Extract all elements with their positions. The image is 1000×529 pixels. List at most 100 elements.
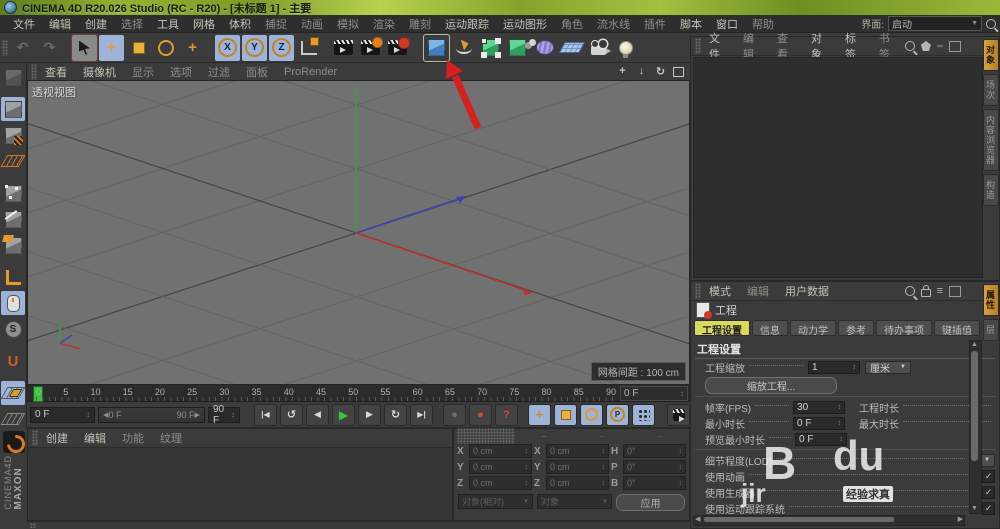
tab-layers[interactable]: 层 — [983, 319, 999, 341]
deformer-button[interactable] — [532, 35, 557, 61]
coord-mode-dropdown[interactable]: 对象(相对)▼ — [458, 494, 533, 509]
attribute-vertical-scrollbar[interactable]: ▲ ▼ — [969, 340, 982, 514]
axis-mode-button[interactable] — [1, 265, 25, 289]
scroll-left-icon[interactable]: ◀ — [695, 516, 700, 524]
tab-content-browser[interactable]: 内容浏览器 — [983, 109, 999, 171]
live-selection-button[interactable] — [72, 35, 97, 61]
minimize-icon[interactable]: – — [937, 40, 943, 52]
menu-snap[interactable]: 捕捉 — [258, 16, 294, 32]
render-settings-button[interactable] — [385, 35, 410, 61]
menu-pipeline[interactable]: 流水线 — [590, 16, 637, 32]
attribute-horizontal-scrollbar[interactable]: ◀ ▶ — [693, 515, 965, 526]
vp-menu-filter[interactable]: 过滤 — [200, 64, 238, 80]
goto-start-button[interactable]: |◀ — [254, 404, 277, 426]
tweak-mode-button[interactable] — [1, 291, 25, 315]
fps-field[interactable]: 30↕ — [793, 401, 845, 414]
magnet-button[interactable]: U — [1, 349, 25, 373]
menu-edit[interactable]: 编辑 — [42, 16, 78, 32]
mat-menu-edit[interactable]: 编辑 — [76, 430, 114, 446]
scale-project-button[interactable]: 缩放工程... — [705, 377, 837, 394]
timeline-ruler[interactable]: 05 1015 2025 3035 4045 5055 6065 7075 80… — [27, 385, 690, 402]
pen-spline-button[interactable] — [451, 35, 476, 61]
rotation-b-field[interactable]: 0°↕ — [623, 476, 686, 490]
last-tool-button[interactable]: + — [180, 35, 205, 61]
menu-character[interactable]: 角色 — [554, 16, 590, 32]
next-key-button[interactable]: ↻ — [384, 404, 407, 426]
texture-mode-button[interactable] — [1, 123, 25, 147]
mat-menu-create[interactable]: 创建 — [38, 430, 76, 446]
menu-render[interactable]: 渲染 — [366, 16, 402, 32]
project-scale-field[interactable]: 1↕ — [808, 361, 860, 374]
status-grip[interactable] — [30, 523, 36, 528]
start-frame-field[interactable]: 0 F ↕ — [30, 407, 95, 423]
key-position-button[interactable]: + — [528, 404, 551, 426]
polygons-mode-button[interactable] — [1, 233, 25, 257]
tab-project-settings[interactable]: 工程设置 — [694, 320, 750, 336]
size-y-field[interactable]: 0 cm↕ — [546, 460, 609, 474]
workplane-mode-button[interactable] — [1, 149, 25, 173]
rotate-view-icon[interactable]: ↻ — [654, 65, 667, 78]
frame-range-slider[interactable]: ◀ 0 F 90 F ▶ — [98, 407, 205, 423]
toggle-view-icon[interactable] — [673, 67, 684, 77]
materials-list-area[interactable] — [28, 448, 452, 520]
tab-attributes[interactable]: 属性 — [983, 284, 999, 316]
sweep-generator-button[interactable] — [505, 35, 530, 61]
toolbar-grip[interactable] — [2, 40, 8, 56]
vp-menu-options[interactable]: 选项 — [162, 64, 200, 80]
tab-key-interpolation[interactable]: 键插值 — [934, 320, 980, 336]
redo-button[interactable]: ↷ — [37, 35, 62, 61]
rotation-h-field[interactable]: 0°↕ — [623, 444, 686, 458]
next-frame-button[interactable]: ▶ — [358, 404, 381, 426]
scrollbar-thumb[interactable] — [971, 351, 978, 461]
mat-menu-texture[interactable]: 纹理 — [152, 430, 190, 446]
tab-dynamics[interactable]: 动力学 — [790, 320, 836, 336]
autokey-button[interactable]: ● — [443, 404, 466, 426]
model-mode-button[interactable] — [1, 97, 25, 121]
project-settings-section-header[interactable]: 工程设置 — [695, 340, 995, 359]
vp-menu-cameras[interactable]: 摄像机 — [75, 64, 124, 80]
scroll-right-icon[interactable]: ▶ — [958, 516, 963, 524]
position-x-field[interactable]: 0 cm↕ — [469, 444, 532, 458]
camera-button[interactable] — [586, 35, 611, 61]
scroll-down-icon[interactable]: ▼ — [970, 505, 979, 513]
scrollbar-thumb[interactable] — [704, 517, 894, 522]
menu-select[interactable]: 选择 — [114, 16, 150, 32]
snap-button[interactable]: S — [1, 317, 25, 341]
menu-sculpt[interactable]: 雕刻 — [402, 16, 438, 32]
floor-environment-button[interactable] — [559, 35, 584, 61]
key-pla-button[interactable] — [632, 404, 655, 426]
size-z-field[interactable]: 0 cm↕ — [546, 476, 609, 490]
render-to-picture-viewer-button[interactable] — [358, 35, 383, 61]
lock-workplane-button[interactable] — [1, 381, 25, 405]
rotate-tool-button[interactable] — [153, 35, 178, 61]
menu-icon[interactable]: ≡ — [937, 286, 943, 297]
menu-file[interactable]: 文件 — [6, 16, 42, 32]
make-editable-button[interactable] — [1, 65, 25, 89]
undo-button[interactable]: ↶ — [10, 35, 35, 61]
points-mode-button[interactable] — [1, 181, 25, 205]
end-frame-field[interactable]: 90 F ↕ — [208, 407, 240, 423]
goto-end-button[interactable]: ▶| — [410, 404, 433, 426]
apply-button[interactable]: 应用 — [616, 494, 685, 511]
lock-z-axis-button[interactable]: Z — [269, 35, 294, 61]
add-primitive-cube-button[interactable] — [424, 35, 449, 61]
zoom-view-icon[interactable]: ↓ — [635, 65, 648, 78]
key-scale-button[interactable] — [554, 404, 577, 426]
rotation-p-field[interactable]: 0°↕ — [623, 460, 686, 474]
min-time-field[interactable]: 0 F↕ — [793, 417, 845, 430]
render-view-button[interactable] — [331, 35, 356, 61]
move-tool-button[interactable]: + — [99, 35, 124, 61]
scale-tool-button[interactable] — [126, 35, 151, 61]
vp-menu-prorender[interactable]: ProRender — [276, 66, 345, 78]
menu-tools[interactable]: 工具 — [150, 16, 186, 32]
record-key-button[interactable]: ● — [469, 404, 492, 426]
scroll-up-icon[interactable]: ▲ — [970, 341, 979, 349]
lock-y-axis-button[interactable]: Y — [242, 35, 267, 61]
previous-key-button[interactable]: ↺ — [280, 404, 303, 426]
tab-referencing[interactable]: 参考 — [838, 320, 874, 336]
search-icon[interactable] — [905, 286, 915, 296]
menu-plugins[interactable]: 插件 — [637, 16, 673, 32]
range-right-arrow[interactable]: ▶ — [195, 411, 200, 419]
menu-motion-tracker[interactable]: 运动跟踪 — [438, 16, 496, 32]
dock-icon[interactable] — [949, 286, 961, 297]
